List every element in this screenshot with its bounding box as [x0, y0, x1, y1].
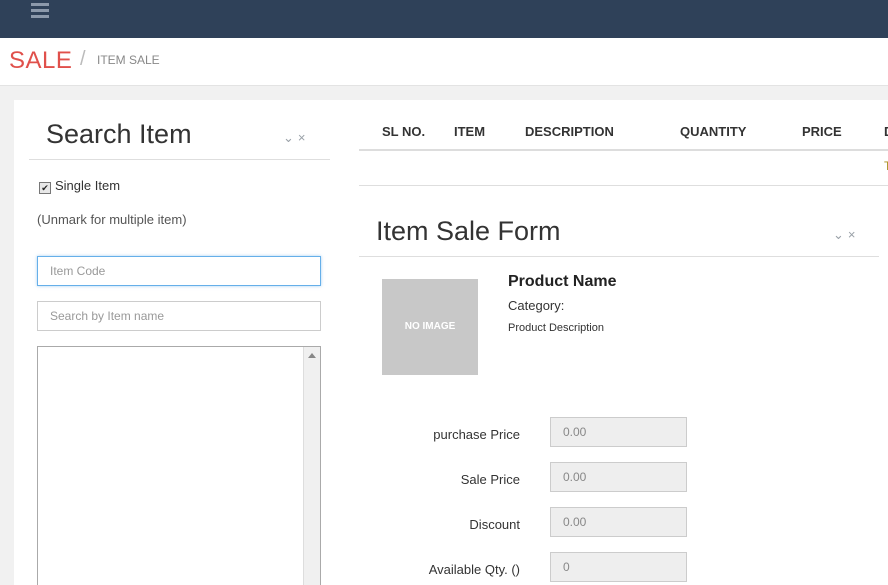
purchase-price-label: purchase Price: [433, 427, 520, 442]
column-header: DESCRIPTION: [525, 124, 614, 139]
product-category: Category:: [508, 298, 565, 313]
top-navbar: [0, 0, 888, 38]
available-qty-label: Available Qty. (): [428, 562, 520, 577]
hamburger-icon[interactable]: [31, 3, 49, 19]
column-header: SL NO.: [382, 124, 426, 139]
table-header-divider: [359, 149, 888, 151]
table-bottom-divider: [359, 185, 888, 186]
product-description: Product Description: [508, 322, 604, 334]
item-results-list[interactable]: [37, 346, 321, 585]
sale-area: SL NO. ITEM DESCRIPTION QUANTITY PRICE D…: [344, 100, 888, 585]
table-total-cell: T: [884, 159, 888, 173]
single-item-label: Single Item: [55, 178, 121, 193]
column-header: QUANTITY: [680, 124, 747, 139]
column-header: PRICE: [802, 124, 842, 139]
product-name: Product Name: [508, 273, 617, 290]
column-header: ITEM: [454, 124, 486, 139]
scroll-up-arrow-icon[interactable]: [308, 353, 316, 358]
single-item-checkbox[interactable]: ✔ Single Item: [39, 178, 120, 194]
search-item-panel: Search Item ⌄× ✔ Single Item (Unmark for …: [14, 100, 344, 585]
sale-price-label: Sale Price: [460, 472, 520, 487]
sale-form-tools: ⌄×: [833, 227, 860, 243]
list-scrollbar[interactable]: [303, 347, 320, 585]
multiple-item-hint: (Unmark for multiple item): [37, 212, 187, 227]
chevron-down-icon[interactable]: ⌄: [283, 130, 298, 145]
close-icon[interactable]: ×: [848, 227, 860, 242]
item-code-input[interactable]: [37, 256, 321, 286]
page-title: SALE: [9, 47, 73, 74]
sale-price-field: 0.00: [550, 462, 687, 492]
breadcrumb: SALE / ITEM SALE: [0, 38, 888, 86]
checkbox-check-icon[interactable]: ✔: [39, 182, 51, 194]
chevron-down-icon[interactable]: ⌄: [833, 227, 848, 242]
search-panel-title: Search Item: [46, 119, 192, 149]
search-panel-tools: ⌄×: [283, 130, 310, 146]
discount-field: 0.00: [550, 507, 687, 537]
panel-divider: [359, 256, 879, 257]
sale-form-title: Item Sale Form: [376, 216, 561, 246]
panel-divider: [29, 159, 330, 160]
available-qty-field: 0: [550, 552, 687, 582]
breadcrumb-current: ITEM SALE: [97, 53, 160, 67]
product-image-placeholder: NO IMAGE: [382, 279, 478, 375]
close-icon[interactable]: ×: [298, 130, 310, 145]
column-header: D: [884, 124, 888, 139]
item-name-search-input[interactable]: [37, 301, 321, 331]
purchase-price-field: 0.00: [550, 417, 687, 447]
breadcrumb-separator: /: [80, 48, 86, 70]
discount-label: Discount: [469, 517, 520, 532]
